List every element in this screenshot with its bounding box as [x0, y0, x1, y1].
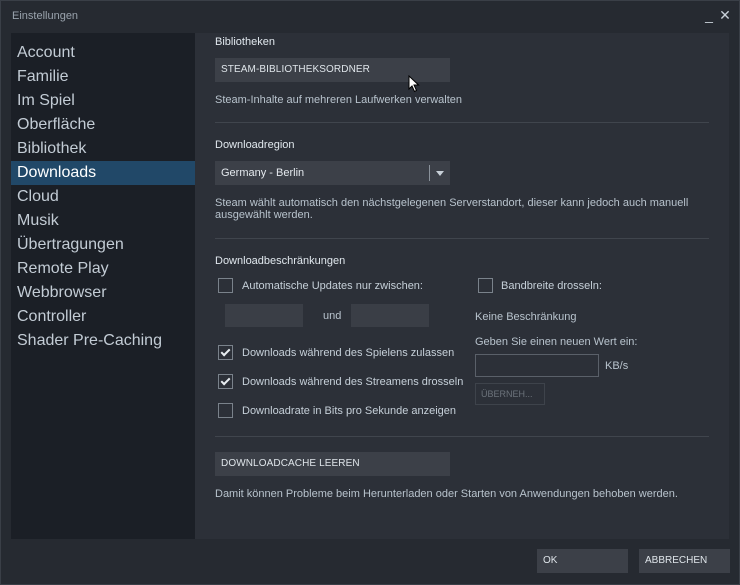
throttle-bandwidth-label: Bandbreite drosseln:: [501, 280, 602, 292]
mouse-cursor-icon: [408, 75, 420, 93]
select-separator: [429, 165, 430, 181]
sidebar-item-shader-pre-caching[interactable]: Shader Pre-Caching: [11, 329, 195, 353]
sidebar-item-webbrowser[interactable]: Webbrowser: [11, 281, 195, 305]
section-divider: [215, 238, 709, 239]
sidebar-item-account[interactable]: Account: [11, 41, 195, 65]
libraries-description: Steam-Inhalte auf mehreren Laufwerken ve…: [215, 94, 463, 106]
cancel-button[interactable]: ABBRECHEN: [639, 549, 730, 573]
checkmark-icon: [220, 346, 231, 357]
settings-sidebar: Account Familie Im Spiel Oberfläche Bibl…: [11, 33, 195, 539]
auto-updates-label: Automatische Updates nur zwischen:: [242, 280, 423, 292]
bits-per-second-label: Downloadrate in Bits pro Sekunde anzeige…: [242, 405, 457, 417]
settings-window: Einstellungen _ ✕ Account Familie Im Spi…: [0, 0, 740, 585]
sidebar-item-uebertragungen[interactable]: Übertragungen: [11, 233, 195, 257]
allow-downloads-while-playing-checkbox[interactable]: [218, 345, 233, 360]
sidebar-item-downloads[interactable]: Downloads: [11, 161, 195, 185]
download-region-heading: Downloadregion: [215, 139, 295, 151]
downloads-settings-panel: Bibliotheken STEAM-BIBLIOTHEKSORDNER Ste…: [195, 33, 729, 539]
sidebar-item-im-spiel[interactable]: Im Spiel: [11, 89, 195, 113]
auto-update-start-time-input[interactable]: [225, 304, 303, 327]
bandwidth-unit: KB/s: [605, 360, 629, 372]
throttle-while-streaming-checkbox[interactable]: [218, 374, 233, 389]
sidebar-item-bibliothek[interactable]: Bibliothek: [11, 137, 195, 161]
allow-downloads-while-playing-label: Downloads während des Spielens zulassen: [242, 347, 455, 359]
section-divider: [215, 122, 709, 123]
clear-download-cache-button[interactable]: DOWNLOADCACHE LEEREN: [215, 452, 450, 476]
auto-updates-checkbox[interactable]: [218, 278, 233, 293]
title-bar[interactable]: Einstellungen _ ✕: [1, 1, 739, 31]
throttle-while-streaming-label: Downloads während des Streamens drosseln: [242, 376, 464, 388]
and-label: und: [323, 310, 342, 322]
download-region-select[interactable]: Germany - Berlin: [215, 161, 450, 185]
clear-cache-description: Damit können Probleme beim Herunterladen…: [215, 488, 678, 500]
no-limit-text: Keine Beschränkung: [475, 311, 577, 323]
download-region-value: Germany - Berlin: [221, 167, 305, 179]
minimize-icon[interactable]: _: [701, 6, 717, 24]
sidebar-item-remote-play[interactable]: Remote Play: [11, 257, 195, 281]
apply-bandwidth-button[interactable]: ÜBERNEH...: [475, 383, 545, 405]
download-region-description: Steam wählt automatisch den nächstgelege…: [215, 197, 689, 221]
auto-update-end-time-input[interactable]: [351, 304, 429, 327]
sidebar-item-musik[interactable]: Musik: [11, 209, 195, 233]
throttle-bandwidth-checkbox[interactable]: [478, 278, 493, 293]
bits-per-second-checkbox[interactable]: [218, 403, 233, 418]
sidebar-item-oberflaeche[interactable]: Oberfläche: [11, 113, 195, 137]
section-divider: [215, 436, 709, 437]
window-title: Einstellungen: [12, 10, 79, 22]
sidebar-item-familie[interactable]: Familie: [11, 65, 195, 89]
ok-button[interactable]: OK: [537, 549, 628, 573]
sidebar-item-controller[interactable]: Controller: [11, 305, 195, 329]
bandwidth-value-input[interactable]: [475, 354, 599, 377]
libraries-heading: Bibliotheken: [215, 36, 275, 48]
chevron-down-icon: [436, 171, 444, 176]
sidebar-item-cloud[interactable]: Cloud: [11, 185, 195, 209]
download-restrictions-heading: Downloadbeschränkungen: [215, 255, 346, 267]
checkmark-icon: [220, 375, 231, 386]
enter-new-value-label: Geben Sie einen neuen Wert ein:: [475, 336, 638, 348]
close-icon[interactable]: ✕: [717, 6, 733, 24]
